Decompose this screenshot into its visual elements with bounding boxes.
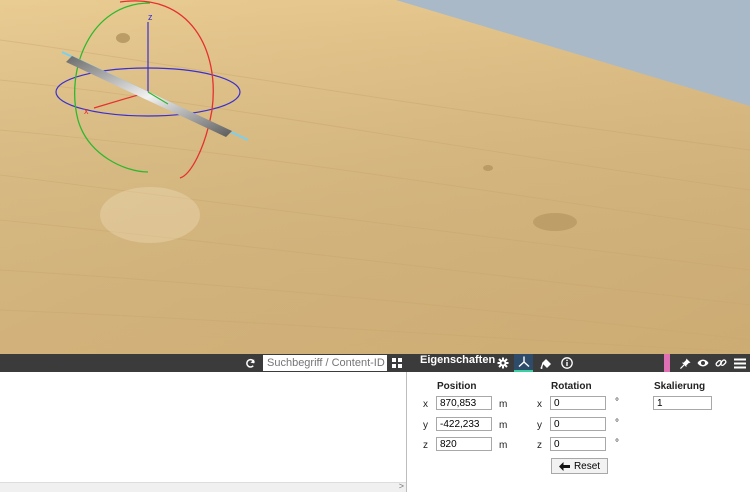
position-y-label: y — [423, 420, 428, 431]
menu-icon — [733, 358, 746, 368]
grid-view-icon — [392, 358, 402, 368]
position-y-unit: m — [499, 420, 508, 431]
rotation-z-input[interactable] — [550, 437, 606, 451]
horizontal-scrollbar[interactable]: > — [0, 481, 406, 492]
position-y-input[interactable] — [436, 417, 492, 431]
rotation-x-unit: ° — [615, 397, 619, 408]
rotation-z-label: z — [537, 440, 542, 451]
3d-viewport[interactable]: z x — [0, 0, 750, 354]
refresh-button[interactable] — [240, 354, 260, 372]
pin-icon — [679, 357, 691, 369]
visibility-button[interactable] — [695, 354, 711, 372]
gear-icon — [497, 357, 509, 369]
reset-button[interactable]: Reset — [551, 458, 608, 474]
accent-marker — [664, 354, 670, 372]
properties-panel: Position Rotation Skalierung x m y m z m… — [407, 372, 750, 492]
tab-settings[interactable] — [493, 354, 513, 372]
bottom-toolbar: Eigenschaften — [0, 354, 750, 372]
position-x-unit: m — [499, 399, 508, 410]
gizmo-label-z: z — [148, 12, 153, 22]
tab-transform[interactable] — [514, 354, 533, 372]
grid-view-button[interactable] — [390, 354, 404, 372]
tab-info[interactable] — [557, 354, 577, 372]
position-x-input[interactable] — [436, 396, 492, 410]
scale-header: Skalierung — [654, 381, 706, 392]
rotation-x-input[interactable] — [550, 396, 606, 410]
position-z-label: z — [423, 440, 428, 451]
terrain-bump — [116, 33, 130, 43]
transform-axes-icon — [518, 356, 529, 368]
eye-icon — [697, 359, 709, 367]
tab-material[interactable] — [536, 354, 556, 372]
info-icon — [561, 357, 573, 369]
rotation-y-unit: ° — [615, 418, 619, 429]
rotation-y-label: y — [537, 420, 542, 431]
panel-title: Eigenschaften — [420, 354, 496, 366]
reset-label: Reset — [573, 460, 601, 472]
link-button[interactable] — [713, 354, 729, 372]
menu-button[interactable] — [731, 354, 748, 372]
terrain-bump — [533, 213, 577, 231]
content-list-pane[interactable] — [0, 372, 406, 492]
rotation-header: Rotation — [551, 381, 592, 392]
search-input[interactable] — [263, 355, 387, 371]
position-x-label: x — [423, 399, 428, 410]
rotation-y-input[interactable] — [550, 417, 606, 431]
arrow-left-icon — [558, 461, 570, 471]
link-icon — [715, 359, 727, 367]
pin-button[interactable] — [677, 354, 693, 372]
rotation-x-label: x — [537, 399, 542, 410]
position-z-unit: m — [499, 440, 508, 451]
position-header: Position — [437, 381, 477, 392]
gizmo-label-x: x — [84, 106, 89, 116]
refresh-icon — [245, 358, 255, 368]
rotation-z-unit: ° — [615, 438, 619, 449]
scroll-right-arrow[interactable]: > — [399, 481, 404, 491]
paint-bucket-icon — [540, 359, 551, 369]
position-z-input[interactable] — [436, 437, 492, 451]
scale-input[interactable] — [653, 396, 712, 410]
terrain-scene[interactable]: z x — [0, 0, 750, 354]
